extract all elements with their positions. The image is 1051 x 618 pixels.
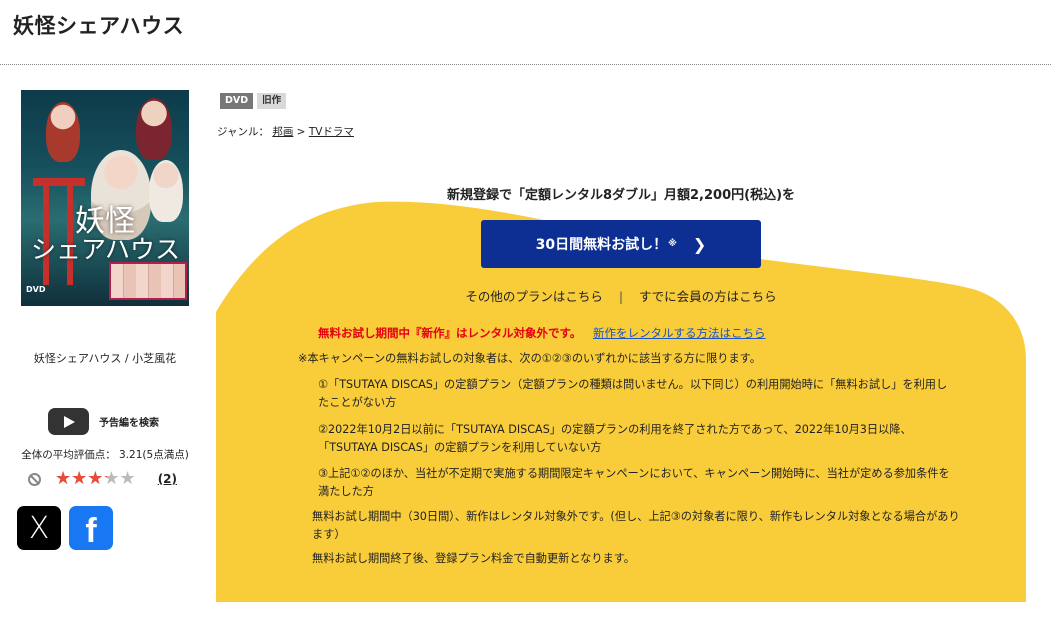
- cover-title-line: シェアハウス: [31, 235, 181, 264]
- free-trial-button[interactable]: 30日間無料お試し！ ※ ❯: [481, 220, 761, 268]
- status-badge: 旧作: [257, 93, 287, 109]
- trailer-search-label: 予告編を検索: [99, 418, 159, 429]
- genre-link-houga[interactable]: 邦画: [272, 126, 293, 138]
- genre-link-tvdrama[interactable]: TVドラマ: [309, 126, 354, 138]
- genre-separator: >: [296, 126, 306, 138]
- cover-figure: [136, 98, 172, 160]
- average-rating-text: 全体の平均評価点： 3.21(5点満点): [21, 449, 189, 461]
- dvd-cover-image[interactable]: 妖怪 シェアハウス DVD: [21, 90, 189, 306]
- chevron-right-icon: ❯: [692, 234, 707, 254]
- genre-label: ジャンル：: [217, 126, 269, 138]
- auto-renewal-note: 無料お試し期間終了後、登録プラン料金で自動更新となります。: [312, 552, 635, 565]
- cover-title-art: 妖怪 シェアハウス: [31, 204, 189, 264]
- cover-figure: [46, 102, 80, 162]
- campaign-eligibility-intro: ※本キャンペーンの無料お試しの対象者は、次の①②③のいずれかに該当する方に限りま…: [298, 352, 761, 365]
- rating-stars: ★★★★★ ★★★★★: [55, 469, 136, 489]
- title-divider: [0, 64, 1051, 65]
- eligibility-condition-2: ②2022年10月2日以前に「TSUTAYA DISCAS」の定額プランの利用を…: [318, 423, 912, 454]
- free-trial-note-mark: ※: [668, 239, 677, 249]
- format-badge: DVD: [220, 93, 254, 109]
- new-release-notice: 無料お試し期間中『新作』はレンタル対象外です。 新作をレンタルする方法はこちら: [318, 325, 766, 341]
- share-x-button[interactable]: X: [17, 506, 61, 550]
- eligibility-condition-1: ①「TSUTAYA DISCAS」の定額プラン（定額プランの種類は問いません。以…: [318, 378, 948, 409]
- cover-cast-strip: [109, 262, 187, 300]
- format-badges: DVD 旧作: [220, 93, 287, 109]
- member-login-link[interactable]: すでに会員の方はこちら: [639, 289, 777, 304]
- facebook-logo-icon: f: [85, 511, 97, 550]
- new-release-warning: 無料お試し期間中『新作』はレンタル対象外です。: [318, 326, 582, 340]
- prohibited-icon[interactable]: [28, 472, 41, 486]
- cover-dvd-mark: DVD: [26, 285, 46, 294]
- plan-links: その他のプランはこちら | すでに会員の方はこちら: [216, 286, 1026, 305]
- x-logo-icon: X: [28, 510, 50, 546]
- eligibility-condition-3: ③上記①②のほか、当社が不定期で実施する期間限定キャンペーンにおいて、キャンペー…: [318, 467, 950, 498]
- cover-caption: 妖怪シェアハウス / 小芝風花: [33, 352, 177, 365]
- review-count-link[interactable]: (2): [158, 472, 177, 486]
- other-plans-link[interactable]: その他のプランはこちら: [465, 289, 603, 304]
- new-release-rental-link[interactable]: 新作をレンタルする方法はこちら: [593, 326, 766, 340]
- rating-stars-filled: ★★★★★: [55, 469, 107, 489]
- free-trial-label: 30日間無料お試し！: [535, 237, 668, 253]
- trial-new-release-note: 無料お試し期間中（30日間）、新作はレンタル対象外です。(但し、上記③の対象者に…: [312, 510, 960, 541]
- link-separator: |: [618, 289, 624, 304]
- youtube-play-icon: [48, 408, 89, 435]
- page-title: 妖怪シェアハウス: [13, 14, 185, 38]
- promo-headline: 新規登録で「定額レンタル8ダブル」月額2,200円(税込)を: [446, 188, 796, 203]
- cover-title-line: 妖怪: [75, 204, 135, 239]
- share-facebook-button[interactable]: f: [69, 506, 113, 550]
- rating-row: ★★★★★ ★★★★★ (2): [28, 469, 177, 489]
- trailer-search-button[interactable]: 予告編を検索: [48, 408, 159, 435]
- genre-breadcrumb: ジャンル： 邦画 > TVドラマ: [217, 124, 354, 139]
